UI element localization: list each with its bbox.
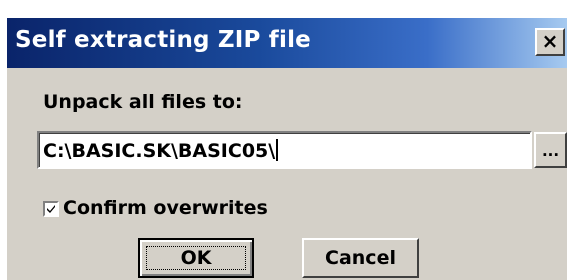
unpack-label: Unpack all files to:: [43, 91, 243, 113]
text-caret: [276, 139, 279, 161]
browse-button[interactable]: ...: [534, 132, 567, 168]
confirm-overwrites-checkbox[interactable]: [43, 201, 59, 217]
destination-path-value: C:\BASIC.SK\BASIC05\: [43, 140, 276, 162]
destination-path-input[interactable]: C:\BASIC.SK\BASIC05\: [37, 131, 532, 169]
cancel-button[interactable]: Cancel: [302, 238, 419, 278]
dialog-title: Self extracting ZIP file: [15, 27, 311, 53]
confirm-overwrites-label[interactable]: Confirm overwrites: [63, 197, 268, 219]
cancel-button-label: Cancel: [325, 247, 396, 269]
focus-ring: [146, 246, 246, 270]
close-icon: ×: [541, 29, 559, 53]
ok-button[interactable]: OK: [138, 238, 254, 278]
check-icon: [47, 205, 55, 213]
close-button[interactable]: ×: [535, 28, 565, 56]
extract-dialog: Self extracting ZIP file × Unpack all fi…: [5, 16, 567, 280]
title-bar[interactable]: Self extracting ZIP file ×: [7, 18, 567, 68]
